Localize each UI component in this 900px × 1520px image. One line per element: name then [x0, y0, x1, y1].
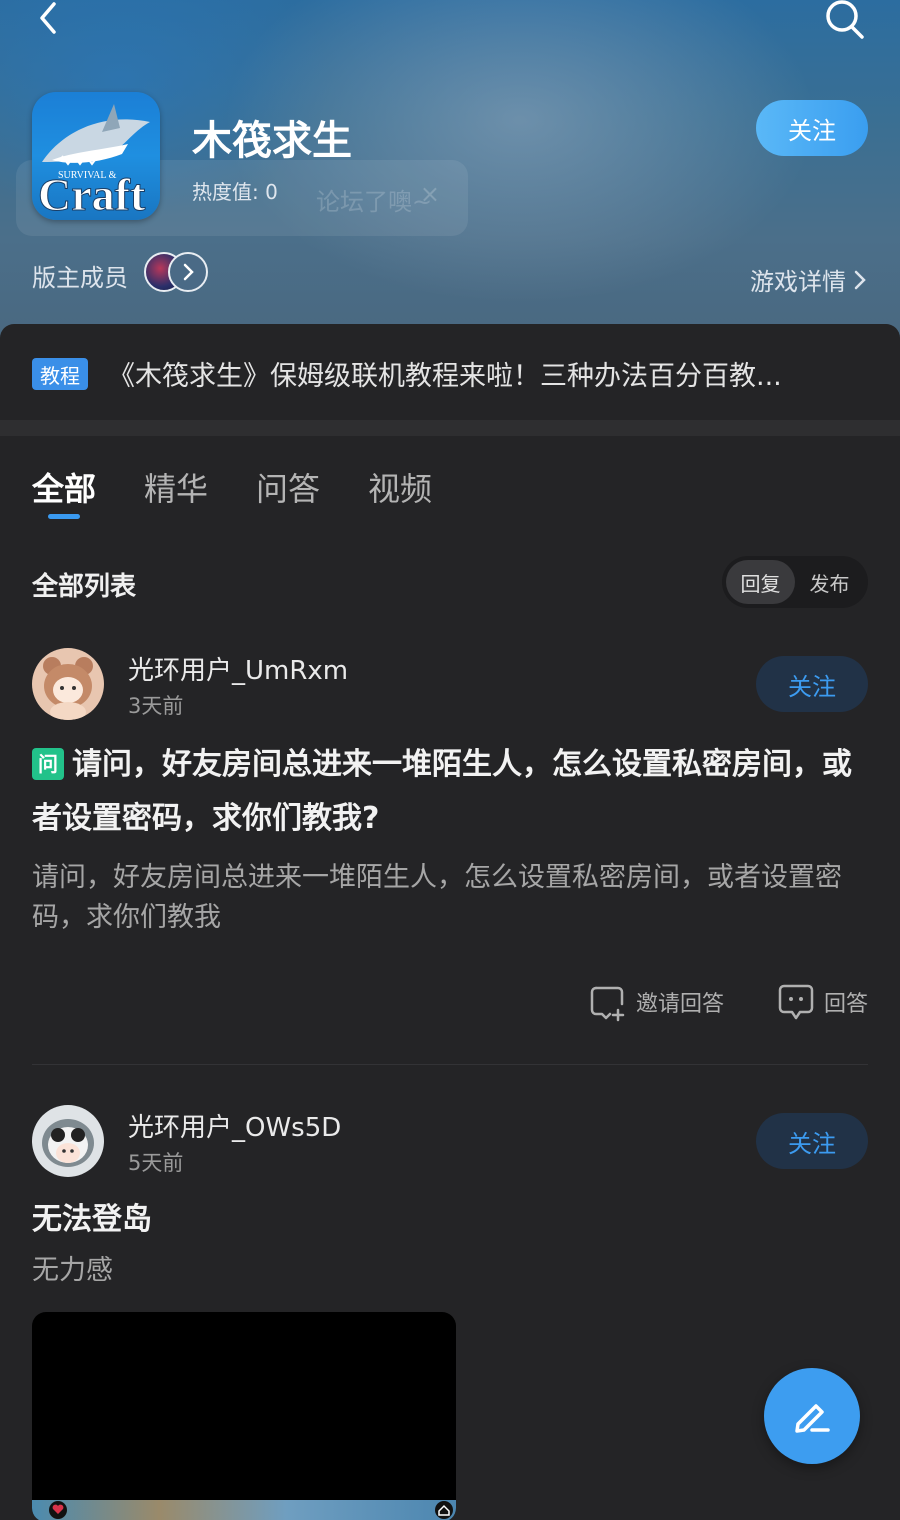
content-sheet: 教程 《木筏求生》保姆级联机教程来啦！三种办法百分百教... 全部 精华 问答 …: [0, 324, 900, 1520]
section-divider: [0, 420, 900, 436]
answer-label: 回答: [823, 992, 868, 1017]
tab-all[interactable]: 全部: [32, 464, 96, 524]
back-button[interactable]: [28, 0, 68, 40]
moderator-avatars[interactable]: [144, 252, 214, 292]
video-preview-strip: [32, 1500, 456, 1520]
tab-qa[interactable]: 问答: [256, 464, 320, 524]
sort-by-reply[interactable]: 回复: [726, 560, 795, 604]
heat-number: 0: [265, 180, 278, 204]
post-time: 5天前: [128, 1151, 184, 1175]
post-time: 3天前: [128, 694, 184, 718]
sort-toggle: 回复 发布: [722, 556, 868, 608]
tab-label: 全部: [32, 470, 97, 508]
chevron-left-icon: [40, 2, 56, 34]
more-moderators: [168, 252, 208, 292]
follow-game-button[interactable]: 关注: [756, 100, 868, 156]
list-title: 全部列表: [32, 572, 137, 602]
comment-icon: [778, 984, 814, 1020]
search-icon: [826, 0, 864, 39]
invite-icon: [590, 986, 625, 1022]
game-detail-link[interactable]: 游戏详情: [750, 262, 868, 297]
question-badge: 问: [32, 748, 64, 780]
compose-post-button[interactable]: [764, 1368, 860, 1464]
notice-tag: 教程: [32, 358, 88, 390]
invite-answer-label: 邀请回答: [635, 992, 724, 1017]
close-icon: ×: [419, 180, 440, 208]
moderators-label: 版主成员: [32, 264, 128, 292]
ghost-toast-text: 论坛了噢~: [316, 188, 433, 216]
post-title-text: 请问，好友房间总进来一堆陌生人，怎么设置私密房间，或者设置密码，求你们教我?: [32, 747, 852, 836]
pinned-notice[interactable]: 教程 《木筏求生》保姆级联机教程来啦！三种办法百分百教...: [0, 324, 900, 422]
chevron-right-icon: [854, 270, 866, 289]
post-author[interactable]: 光环用户_UmRxm: [128, 650, 348, 687]
post-author[interactable]: 光环用户_OWs5D: [128, 1107, 341, 1144]
invite-answer-button[interactable]: 邀请回答: [588, 982, 724, 1022]
post-title[interactable]: 问请问，好友房间总进来一堆陌生人，怎么设置私密房间，或者设置密码，求你们教我?: [32, 738, 868, 846]
video-thumbnail[interactable]: [32, 1312, 456, 1520]
tab-video[interactable]: 视频: [368, 464, 432, 524]
post-body[interactable]: 请问，好友房间总进来一堆陌生人，怎么设置私密房间，或者设置密码，求你们教我: [32, 858, 868, 938]
heart-icon: [49, 1501, 67, 1519]
edit-icon: [795, 1404, 830, 1433]
sort-by-publish[interactable]: 发布: [795, 560, 864, 604]
post-divider: [32, 1064, 868, 1065]
game-detail-label: 游戏详情: [750, 268, 846, 296]
notice-text: 《木筏求生》保姆级联机教程来啦！三种办法百分百教...: [108, 361, 782, 392]
avatar[interactable]: [32, 648, 104, 720]
post-card[interactable]: 光环用户_UmRxm 3天前 关注 问请问，好友房间总进来一堆陌生人，怎么设置私…: [0, 648, 900, 1068]
post-body[interactable]: 无力感: [32, 1251, 868, 1291]
post-card[interactable]: 光环用户_OWs5D 5天前 关注 无法登岛 无力感: [0, 1105, 900, 1520]
home-icon: [435, 1501, 453, 1519]
tab-label: 视频: [368, 470, 433, 508]
game-header: 论坛了噢~ × SURVIVAL & Craft 木筏求生 热度值: 0 关注 …: [0, 0, 900, 340]
logo-big-text: Craft: [38, 169, 146, 220]
avatar[interactable]: [32, 1105, 104, 1177]
tab-label: 问答: [256, 470, 321, 508]
search-button[interactable]: [822, 0, 866, 44]
follow-user-button[interactable]: 关注: [756, 656, 868, 712]
chevron-right-icon: [183, 263, 194, 281]
post-title[interactable]: 无法登岛: [32, 1193, 868, 1247]
tab-featured[interactable]: 精华: [144, 464, 208, 524]
heat-label: 热度值:: [192, 180, 259, 204]
tab-indicator: [48, 514, 80, 519]
post-actions: 邀请回答 回答: [588, 982, 868, 1022]
heat-value: 热度值: 0: [192, 176, 278, 205]
tab-label: 精华: [144, 470, 209, 508]
game-logo: SURVIVAL & Craft: [32, 92, 160, 220]
answer-button[interactable]: 回答: [776, 982, 868, 1022]
tab-bar: 全部 精华 问答 视频: [32, 464, 432, 524]
game-title: 木筏求生: [192, 118, 352, 164]
follow-user-button[interactable]: 关注: [756, 1113, 868, 1169]
